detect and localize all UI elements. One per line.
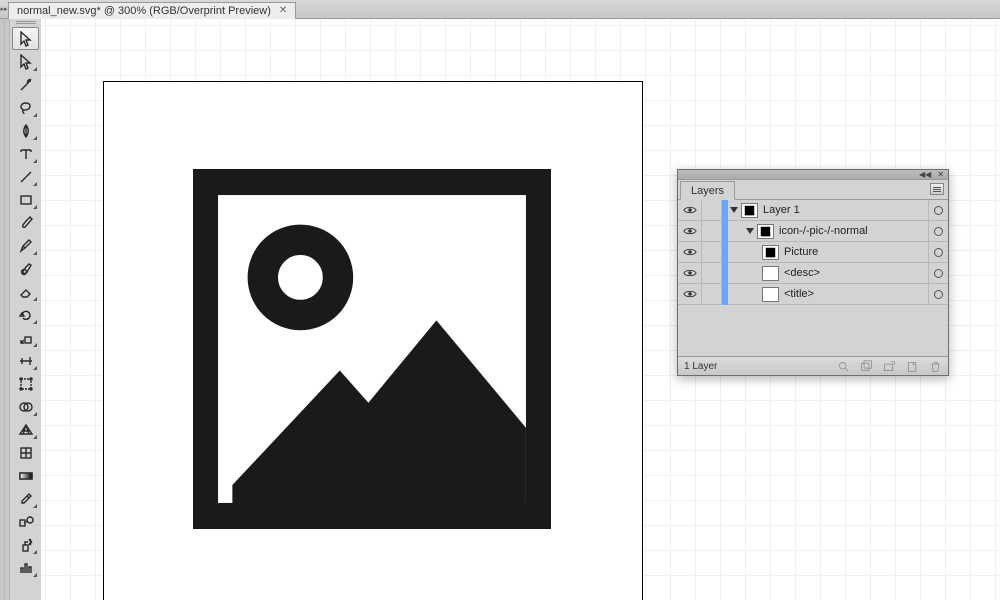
make-clipping-mask-icon[interactable] (860, 360, 873, 373)
eyedropper-tool[interactable] (12, 487, 39, 510)
lock-column[interactable] (702, 284, 722, 305)
lock-column[interactable] (702, 221, 722, 242)
create-new-layer-icon[interactable] (906, 360, 919, 373)
pencil-tool[interactable] (12, 234, 39, 257)
document-tab[interactable]: normal_new.svg* @ 300% (RGB/Overprint Pr… (8, 2, 296, 19)
target-icon[interactable] (928, 242, 948, 263)
visibility-toggle-icon[interactable] (678, 221, 702, 242)
document-tab-title: normal_new.svg* @ 300% (RGB/Overprint Pr… (17, 5, 271, 17)
rotate-tool[interactable] (12, 303, 39, 326)
layer-color-bar (722, 200, 728, 221)
tools-panel-grip[interactable] (10, 19, 41, 27)
left-sidebar (0, 19, 41, 600)
rectangle-tool[interactable] (12, 188, 39, 211)
target-icon[interactable] (928, 200, 948, 221)
document-tabstrip: ▸▸ normal_new.svg* @ 300% (RGB/Overprint… (0, 0, 1000, 19)
selection-tool[interactable] (12, 27, 39, 50)
visibility-toggle-icon[interactable] (678, 200, 702, 221)
blob-brush-tool[interactable] (12, 257, 39, 280)
layer-color-bar (722, 221, 728, 242)
delete-layer-icon[interactable] (929, 360, 942, 373)
layer-color-bar (722, 284, 728, 305)
panel-tabstrip: Layers (678, 180, 948, 200)
layers-panel: ◀◀ ✕ Layers Layer 1 icon-/-pic-/-normal Pi… (677, 169, 949, 376)
width-tool[interactable] (12, 349, 39, 372)
tabstrip-expand-icon[interactable]: ▸▸ (0, 0, 8, 19)
locate-object-icon[interactable] (837, 360, 850, 373)
scale-tool[interactable] (12, 326, 39, 349)
mesh-tool[interactable] (12, 441, 39, 464)
column-graph-tool[interactable] (12, 556, 39, 579)
tools-panel (10, 19, 41, 600)
pen-tool[interactable] (12, 119, 39, 142)
layers-tab[interactable]: Layers (680, 181, 735, 200)
gradient-tool[interactable] (12, 464, 39, 487)
direct-selection-tool[interactable] (12, 50, 39, 73)
create-sublayer-icon[interactable] (883, 360, 896, 373)
artwork-picture-icon[interactable] (193, 169, 551, 529)
panel-menu-icon[interactable] (930, 183, 944, 195)
layer-row[interactable]: Layer 1 (678, 200, 948, 221)
layer-color-bar (722, 263, 728, 284)
layer-name: <title> (784, 288, 928, 300)
lasso-tool[interactable] (12, 96, 39, 119)
line-segment-tool[interactable] (12, 165, 39, 188)
layers-panel-status-bar: 1 Layer (678, 357, 948, 375)
target-icon[interactable] (928, 284, 948, 305)
lock-column[interactable] (702, 242, 722, 263)
layer-name: icon-/-pic-/-normal (779, 225, 928, 237)
panel-close-icon[interactable]: ✕ (937, 170, 944, 179)
blend-tool[interactable] (12, 510, 39, 533)
perspective-grid-tool[interactable] (12, 418, 39, 441)
layer-name: <desc> (784, 267, 928, 279)
layer-list-empty (678, 305, 948, 357)
magic-wand-tool[interactable] (12, 73, 39, 96)
panel-collapse-icon[interactable]: ◀◀ (919, 170, 931, 179)
layer-count-label: 1 Layer (684, 361, 717, 372)
type-tool[interactable] (12, 142, 39, 165)
panel-window-controls: ◀◀ ✕ (678, 170, 948, 180)
layer-name: Picture (784, 246, 928, 258)
visibility-toggle-icon[interactable] (678, 242, 702, 263)
layer-name: Layer 1 (763, 204, 928, 216)
layer-row[interactable]: icon-/-pic-/-normal (678, 221, 948, 242)
layer-row[interactable]: Picture (678, 242, 948, 263)
lock-column[interactable] (702, 200, 722, 221)
close-tab-icon[interactable]: ✕ (279, 5, 287, 16)
target-icon[interactable] (928, 263, 948, 284)
visibility-toggle-icon[interactable] (678, 284, 702, 305)
layer-list: Layer 1 icon-/-pic-/-normal Picture <desc> <… (678, 200, 948, 305)
layer-color-bar (722, 242, 728, 263)
target-icon[interactable] (928, 221, 948, 242)
visibility-toggle-icon[interactable] (678, 263, 702, 284)
layer-row[interactable]: <desc> (678, 263, 948, 284)
lock-column[interactable] (702, 263, 722, 284)
symbol-sprayer-tool[interactable] (12, 533, 39, 556)
paintbrush-tool[interactable] (12, 211, 39, 234)
free-transform-tool[interactable] (12, 372, 39, 395)
layer-row[interactable]: <title> (678, 284, 948, 305)
shape-builder-tool[interactable] (12, 395, 39, 418)
layers-tab-label: Layers (691, 185, 724, 197)
eraser-tool[interactable] (12, 280, 39, 303)
